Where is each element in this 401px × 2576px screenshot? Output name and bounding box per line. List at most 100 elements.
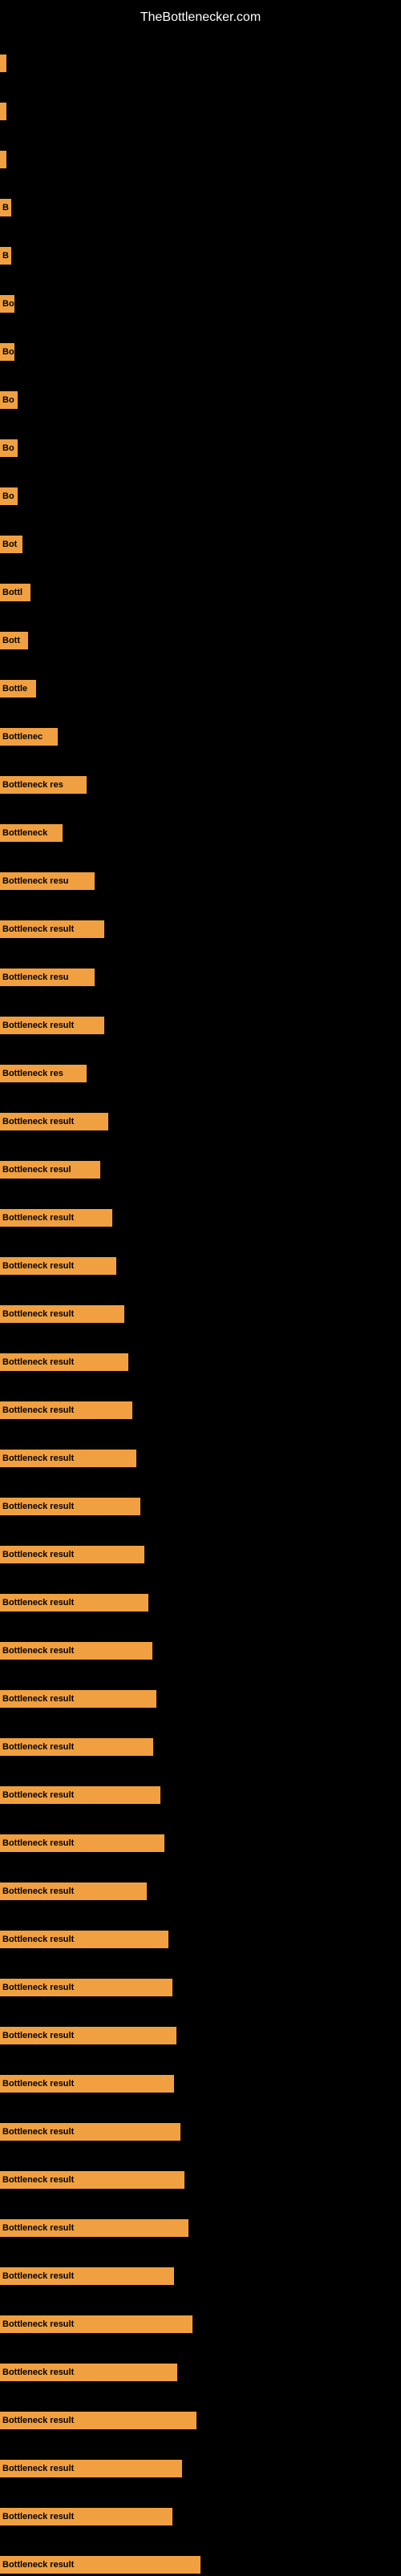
bar-row: Bo [0,437,401,459]
bar-label: Bottleneck [0,824,63,842]
bar-label: Bottleneck result [0,1882,147,1900]
bar-row: Bottleneck result [0,2457,401,2480]
bar-row: Bottleneck result [0,1976,401,1999]
bar-row: Bottleneck result [0,918,401,940]
bar-label: Bottleneck result [0,1017,104,1034]
bar-label: Bottleneck result [0,2412,196,2429]
bar-label: Bottleneck result [0,2075,174,2093]
bar-row: Bottleneck result [0,1784,401,1806]
bar-row: Bottleneck result [0,1591,401,1614]
bar-row: Bottleneck result [0,1399,401,1421]
bar-row: Bottle [0,677,401,700]
bar-label: Bottlenec [0,728,58,746]
bar-label: Bottleneck result [0,1305,124,1323]
bar-row: Bottleneck resu [0,966,401,989]
bar-row: Bottleneck result [0,1736,401,1758]
bar-label: Bottleneck result [0,2267,174,2285]
bar-row: Bottleneck result [0,1207,401,1229]
bar-row: Bottleneck result [0,2265,401,2287]
bar-label: Bo [0,343,14,361]
bar-row: Bottleneck result [0,1688,401,1710]
bar-row: Bo [0,341,401,363]
bar-label: Bottleneck resul [0,1161,100,1179]
bar-row: Bottleneck result [0,2505,401,2528]
bar-row: Bo [0,293,401,315]
bar-label: Bottleneck result [0,2219,188,2237]
bar-row: Bottleneck result [0,1447,401,1470]
bar-row: Bot [0,533,401,556]
bar-label: Bottleneck result [0,2027,176,2044]
bar-row: Bottleneck res [0,774,401,796]
bar-row: Bottleneck result [0,1928,401,1951]
bar-row: Bottleneck result [0,1543,401,1566]
bar-label: Bottleneck result [0,1738,153,1756]
bar-row: Bottleneck result [0,2121,401,2143]
bar-label [0,151,6,168]
bar-row: Bottleneck result [0,1640,401,1662]
bar-row: Bottleneck result [0,2073,401,2095]
bar-label: Bottleneck result [0,920,104,938]
bar-row: Bottleneck res [0,1062,401,1085]
bar-row: Bottleneck result [0,1880,401,1903]
bar-label: B [0,247,11,265]
bar-row: Bottleneck result [0,1832,401,1854]
bar-label [0,103,6,120]
bar-label: Bottleneck result [0,1257,116,1275]
bar-label: Bottleneck result [0,1979,172,1996]
bar-row: Bottleneck resu [0,870,401,892]
bar-row: Bottleneck result [0,2169,401,2191]
bar-label: Bo [0,439,18,457]
bar-row: Bottleneck result [0,1495,401,1518]
bar-row: Bo [0,389,401,411]
bar-label: Bottleneck result [0,1401,132,1419]
bar-row: Bott [0,629,401,652]
bar-label: Bo [0,295,14,313]
bar-label: Bo [0,391,18,409]
bar-label: Bottl [0,584,30,601]
bar-row: Bottleneck resul [0,1159,401,1181]
bar-label: Bottleneck result [0,2364,177,2381]
bar-row: Bo [0,485,401,508]
bar-label: Bottle [0,680,36,698]
bar-label: Bottleneck result [0,1353,128,1371]
bar-label: Bottleneck result [0,2460,182,2477]
bar-label: Bo [0,487,18,505]
bar-label [0,55,6,72]
bar-label: Bottleneck result [0,2315,192,2333]
bar-row: B [0,196,401,219]
bar-label: Bottleneck resu [0,969,95,986]
bar-label: Bottleneck result [0,1931,168,1948]
bar-label: Bottleneck result [0,2123,180,2141]
bar-row: Bottleneck result [0,1110,401,1133]
bar-label: B [0,199,11,216]
bar-row: Bottleneck result [0,1255,401,1277]
bar-label: Bottleneck result [0,1209,112,1227]
bar-row [0,100,401,123]
bar-row: Bottleneck [0,822,401,844]
bar-row: Bottleneck result [0,1303,401,1325]
bar-label: Bottleneck result [0,2556,200,2574]
bar-label: Bottleneck result [0,1498,140,1515]
bar-row: Bottleneck result [0,2313,401,2335]
bar-row [0,148,401,171]
bar-row [0,52,401,75]
bar-label: Bottleneck result [0,1642,152,1660]
bar-row: Bottl [0,581,401,604]
bar-row: Bottleneck result [0,2554,401,2576]
bar-label: Bottleneck result [0,2508,172,2525]
bar-row: Bottleneck result [0,2217,401,2239]
bar-label: Bottleneck result [0,1450,136,1467]
site-title: TheBottlenecker.com [0,4,401,31]
bar-label: Bottleneck res [0,1065,87,1082]
bar-row: Bottleneck result [0,2361,401,2384]
bar-label: Bottleneck result [0,1786,160,1804]
bar-row: Bottlenec [0,726,401,748]
bar-row: B [0,245,401,267]
bar-label: Bottleneck res [0,776,87,794]
bar-label: Bottleneck result [0,1594,148,1612]
bar-row: Bottleneck result [0,2409,401,2432]
bar-label: Bottleneck result [0,1113,108,1130]
bar-label: Bottleneck result [0,1690,156,1708]
bar-label: Bottleneck result [0,1546,144,1563]
bar-row: Bottleneck result [0,1351,401,1373]
